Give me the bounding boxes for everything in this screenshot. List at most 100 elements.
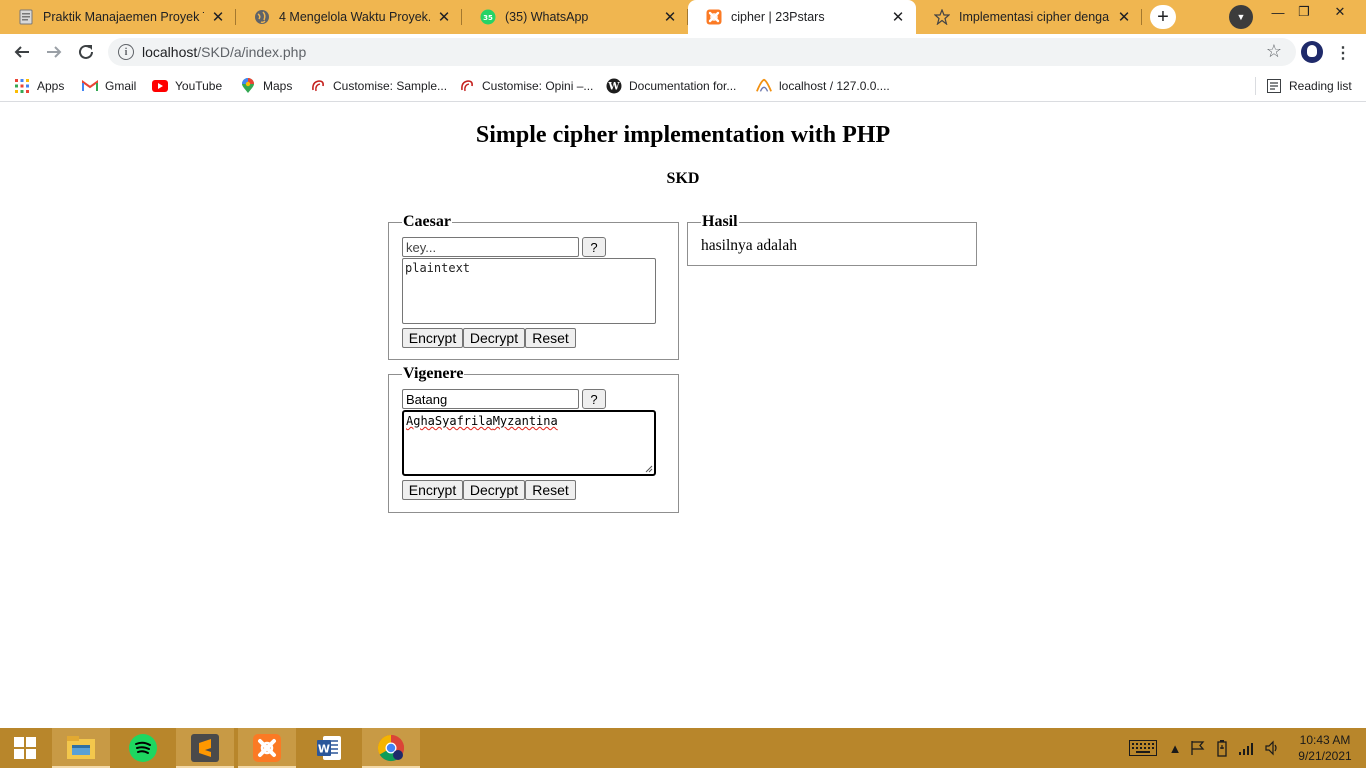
vigenere-encrypt-button[interactable]: Encrypt xyxy=(402,480,463,500)
reload-icon xyxy=(79,44,93,59)
xampp-icon xyxy=(253,734,281,762)
tab-title: cipher | 23Pstars xyxy=(731,10,825,24)
close-icon[interactable]: ✕ xyxy=(662,9,678,26)
start-button[interactable] xyxy=(0,728,50,768)
back-button[interactable] xyxy=(8,38,36,66)
taskbar-sublime-text[interactable] xyxy=(176,728,234,768)
hasil-legend: Hasil xyxy=(702,213,738,230)
close-icon: ✕ xyxy=(1334,4,1346,19)
bookmark-label: Customise: Opini –... xyxy=(482,79,594,93)
bookmark-star-icon[interactable]: ☆ xyxy=(1266,41,1282,62)
tab-whatsapp[interactable]: 35 (35) WhatsApp ✕ xyxy=(462,0,688,34)
network-button[interactable] xyxy=(1236,728,1258,768)
caesar-text-input[interactable] xyxy=(402,258,656,324)
url-text: localhost/SKD/a/index.php xyxy=(142,44,306,60)
tab-praktik-manajemen[interactable]: Praktik Manajaemen Proyek TI ✕ xyxy=(0,0,236,34)
phpmyadmin-icon xyxy=(756,78,772,94)
keyboard-icon xyxy=(1129,740,1157,756)
taskbar-word[interactable]: W xyxy=(300,728,358,768)
profile-avatar[interactable] xyxy=(1301,41,1323,63)
caesar-decrypt-button[interactable]: Decrypt xyxy=(463,328,525,348)
gmail-icon xyxy=(82,78,98,94)
vigenere-reset-button[interactable]: Reset xyxy=(525,480,576,500)
vigenere-help-button[interactable]: ? xyxy=(582,389,606,409)
bookmark-label: YouTube xyxy=(175,79,223,93)
show-hidden-icons-button[interactable]: ▲ xyxy=(1166,728,1184,768)
caesar-key-input[interactable] xyxy=(402,237,579,257)
windows-start-icon xyxy=(14,737,36,759)
tab-cipher-active[interactable]: cipher | 23Pstars ✕ xyxy=(688,0,916,34)
taskbar-spotify[interactable] xyxy=(114,728,172,768)
bookmark-gmail[interactable]: Gmail xyxy=(82,76,136,96)
taskbar-clock[interactable]: 10:43 AM 9/21/2021 xyxy=(1290,732,1360,764)
tab-implementasi-cipher[interactable]: Implementasi cipher dengan PHP ✕ xyxy=(916,0,1142,34)
apps-grid-icon xyxy=(14,78,30,94)
bookmark-youtube[interactable]: YouTube xyxy=(152,76,222,96)
close-icon[interactable]: ✕ xyxy=(210,9,226,26)
close-window-button[interactable]: ✕ xyxy=(1325,0,1355,24)
caesar-reset-button[interactable]: Reset xyxy=(525,328,576,348)
action-flag-button[interactable] xyxy=(1188,728,1208,768)
caesar-help-button[interactable]: ? xyxy=(582,237,606,257)
battery-button[interactable] xyxy=(1212,728,1232,768)
restore-button[interactable]: ❐ xyxy=(1289,0,1319,24)
reading-list-button[interactable]: Reading list xyxy=(1266,76,1352,96)
close-icon[interactable]: ✕ xyxy=(890,9,906,26)
url-path: /SKD/a/index.php xyxy=(197,44,307,60)
bookmark-customise-opini[interactable]: Customise: Opini –... xyxy=(459,76,593,96)
tab-mengelola-waktu[interactable]: 4 Mengelola Waktu Proyek.pdf ✕ xyxy=(236,0,462,34)
url-host: localhost xyxy=(142,44,198,60)
vigenere-legend: Vigenere xyxy=(403,365,464,382)
xampp-icon xyxy=(706,9,722,25)
arrow-right-icon xyxy=(47,46,62,58)
globe-icon xyxy=(254,9,270,25)
minimize-icon: — xyxy=(1271,4,1285,20)
bookmark-customise-sample[interactable]: Customise: Sample... xyxy=(310,76,447,96)
arrow-left-icon xyxy=(14,46,29,58)
bookmark-phpmyadmin[interactable]: localhost / 127.0.0.... xyxy=(756,76,890,96)
swirl-icon xyxy=(459,78,475,94)
resize-grip-icon[interactable] xyxy=(645,465,653,473)
chrome-menu-button[interactable]: ⋮ xyxy=(1335,42,1351,64)
vigenere-key-input[interactable] xyxy=(402,389,579,409)
windows-taskbar: W ▲ 10:43 AM 9/21/2021 xyxy=(0,728,1366,768)
forward-button[interactable] xyxy=(40,38,68,66)
bookmark-maps[interactable]: Maps xyxy=(240,76,292,96)
touch-keyboard-button[interactable] xyxy=(1126,728,1160,768)
sublime-text-icon xyxy=(191,734,219,762)
page-title: Simple cipher implementation with PHP xyxy=(475,122,891,148)
restore-icon: ❐ xyxy=(1298,4,1310,19)
bookmark-apps[interactable]: Apps xyxy=(14,76,64,96)
flag-icon xyxy=(1191,741,1205,755)
bookmark-label: Apps xyxy=(37,79,65,93)
close-icon[interactable]: ✕ xyxy=(436,9,452,26)
bookmark-label: localhost / 127.0.0.... xyxy=(779,79,890,93)
wordpress-icon: W xyxy=(606,78,622,94)
hasil-output-text: hasilnya adalah xyxy=(701,237,797,254)
vigenere-text-input[interactable]: AghaSyafrilaMyzantina xyxy=(402,410,656,476)
page-subtitle: SKD xyxy=(666,170,700,187)
address-bar[interactable]: i localhost/SKD/a/index.php ☆ xyxy=(108,38,1296,66)
taskbar-xampp[interactable] xyxy=(238,728,296,768)
taskbar-chrome[interactable] xyxy=(362,728,420,768)
reload-button[interactable] xyxy=(72,38,100,66)
tab-title: 4 Mengelola Waktu Proyek.pdf xyxy=(279,10,430,24)
caesar-encrypt-button[interactable]: Encrypt xyxy=(402,328,463,348)
bookmarks-bar: Apps Gmail YouTube Maps Customise: Sampl… xyxy=(0,70,1366,102)
taskbar-file-explorer[interactable] xyxy=(52,728,110,768)
volume-button[interactable] xyxy=(1262,728,1282,768)
close-icon[interactable]: ✕ xyxy=(1116,9,1132,26)
swirl-icon xyxy=(310,78,326,94)
chevron-up-icon: ▲ xyxy=(1168,740,1182,756)
vigenere-decrypt-button[interactable]: Decrypt xyxy=(463,480,525,500)
pen-star-icon xyxy=(934,9,950,25)
caesar-legend: Caesar xyxy=(403,213,451,230)
new-tab-button[interactable]: + xyxy=(1150,5,1176,29)
file-explorer-icon xyxy=(67,736,95,759)
bookmark-label: Maps xyxy=(263,79,293,93)
bookmark-documentation[interactable]: W Documentation for... xyxy=(606,76,736,96)
info-icon[interactable]: i xyxy=(118,44,134,60)
battery-plug-icon xyxy=(1217,740,1227,757)
reading-list-icon xyxy=(1266,78,1282,94)
tab-search-button[interactable]: ▼ xyxy=(1229,5,1253,29)
